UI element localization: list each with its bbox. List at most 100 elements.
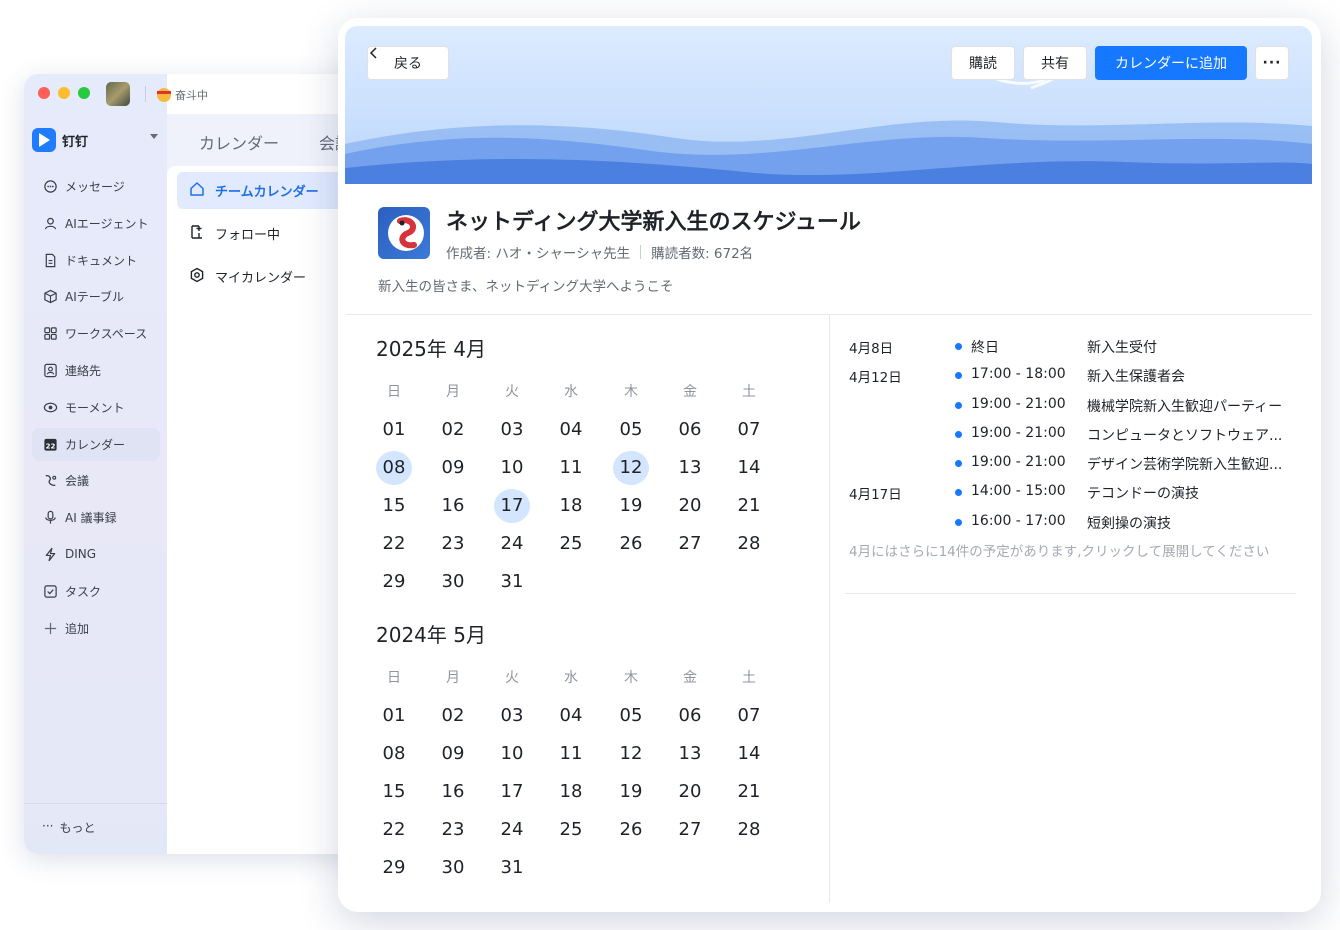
- calendar-day[interactable]: 15: [376, 489, 412, 523]
- sidebar-item[interactable]: 22 カレンダー: [32, 427, 160, 461]
- add-to-calendar-button[interactable]: カレンダーに追加: [1095, 46, 1247, 80]
- event-row[interactable]: 4月12日 17:00 - 18:00 新入生保護者会: [849, 362, 1309, 391]
- calendar-day[interactable]: 05: [613, 413, 649, 447]
- close-window-button[interactable]: [38, 87, 50, 99]
- calendar-day[interactable]: 16: [435, 775, 471, 809]
- minimize-window-button[interactable]: [58, 87, 70, 99]
- calendar-day[interactable]: 28: [731, 527, 767, 561]
- sidebar-more-button[interactable]: ··· もっと: [42, 819, 95, 836]
- calendar-day[interactable]: 17: [494, 775, 530, 809]
- calendar-day[interactable]: 01: [376, 699, 412, 733]
- calendar-day[interactable]: 24: [494, 813, 530, 847]
- event-row[interactable]: 19:00 - 21:00 コンピュータとソフトウェア...: [849, 421, 1309, 450]
- calendar-day[interactable]: 08: [376, 737, 412, 771]
- panel-tab[interactable]: カレンダー: [199, 130, 279, 154]
- calendar-day[interactable]: 12: [613, 737, 649, 771]
- calendar-day[interactable]: 06: [672, 699, 708, 733]
- event-row[interactable]: 16:00 - 17:00 短剣操の演技: [849, 509, 1309, 538]
- calendar-day[interactable]: 02: [435, 413, 471, 447]
- subscribe-button[interactable]: 購読: [951, 46, 1015, 80]
- more-options-button[interactable]: ···: [1255, 46, 1289, 80]
- calendar-day[interactable]: 07: [731, 699, 767, 733]
- calendar-day[interactable]: 05: [613, 699, 649, 733]
- calendar-day[interactable]: 29: [376, 851, 412, 885]
- event-row[interactable]: 4月8日 終日 新入生受付: [849, 333, 1309, 362]
- calendar-day[interactable]: 01: [376, 413, 412, 447]
- calendar-day[interactable]: 18: [553, 775, 589, 809]
- back-button[interactable]: 戻る: [367, 46, 449, 80]
- sidebar-item[interactable]: 追加: [32, 612, 160, 645]
- calendar-day[interactable]: 09: [435, 451, 471, 485]
- calendar-day[interactable]: 23: [435, 527, 471, 561]
- sidebar-item[interactable]: タスク: [32, 575, 160, 608]
- month-title: 2025年 4月: [376, 337, 486, 361]
- event-row[interactable]: 4月17日 14:00 - 15:00 テコンドーの演技: [849, 479, 1309, 508]
- calendar-day[interactable]: 20: [672, 775, 708, 809]
- calendar-day[interactable]: 29: [376, 565, 412, 599]
- calendar-day[interactable]: 26: [613, 813, 649, 847]
- avatar[interactable]: [106, 82, 130, 106]
- user-status[interactable]: 奋斗中: [157, 87, 208, 103]
- calendar-day[interactable]: 04: [553, 413, 589, 447]
- calendar-day[interactable]: 22: [376, 813, 412, 847]
- calendar-day[interactable]: 27: [672, 527, 708, 561]
- calendar-day[interactable]: 22: [376, 527, 412, 561]
- calendar-day[interactable]: 10: [494, 737, 530, 771]
- sidebar-item[interactable]: ワークスペース: [32, 317, 160, 350]
- calendar-day[interactable]: 31: [494, 851, 530, 885]
- sidebar-item[interactable]: AI 議事録: [32, 501, 160, 534]
- calendar-day[interactable]: 31: [494, 565, 530, 599]
- calendar-day[interactable]: 14: [731, 737, 767, 771]
- calendar-day[interactable]: 13: [672, 451, 708, 485]
- calendar-day[interactable]: 20: [672, 489, 708, 523]
- calendar-day[interactable]: 26: [613, 527, 649, 561]
- calendar-day[interactable]: 15: [376, 775, 412, 809]
- calendar-day[interactable]: 27: [672, 813, 708, 847]
- sidebar-item[interactable]: モーメント: [32, 391, 160, 424]
- calendar-day[interactable]: 21: [731, 489, 767, 523]
- calendar-day[interactable]: 02: [435, 699, 471, 733]
- calendar-day[interactable]: 16: [435, 489, 471, 523]
- sidebar-item[interactable]: DING: [32, 538, 160, 571]
- calendar-day[interactable]: 11: [553, 451, 589, 485]
- calendar-day[interactable]: 23: [435, 813, 471, 847]
- calendar-day[interactable]: 19: [613, 775, 649, 809]
- calendar-day[interactable]: 25: [553, 813, 589, 847]
- sidebar-item[interactable]: AIテーブル: [32, 280, 160, 313]
- calendar-day[interactable]: 19: [613, 489, 649, 523]
- calendar-day[interactable]: 18: [553, 489, 589, 523]
- event-dot-icon: [955, 372, 962, 380]
- maximize-window-button[interactable]: [78, 87, 90, 99]
- calendar-day[interactable]: 04: [553, 699, 589, 733]
- sidebar-item[interactable]: AIエージェント: [32, 207, 160, 240]
- calendar-day[interactable]: 08: [376, 451, 412, 485]
- sidebar-item[interactable]: 連絡先: [32, 354, 160, 387]
- sidebar-item-label: AI 議事録: [65, 511, 117, 526]
- calendar-day[interactable]: 30: [435, 851, 471, 885]
- calendar-day[interactable]: 11: [553, 737, 589, 771]
- share-button[interactable]: 共有: [1023, 46, 1087, 80]
- org-switcher[interactable]: 钉钉: [32, 128, 88, 152]
- calendar-day[interactable]: 14: [731, 451, 767, 485]
- event-row[interactable]: 19:00 - 21:00 デザイン芸術学院新入生歓迎...: [849, 450, 1309, 479]
- sidebar-item[interactable]: 会議: [32, 464, 160, 497]
- calendar-day[interactable]: 28: [731, 813, 767, 847]
- calendar-day[interactable]: 17: [494, 489, 530, 523]
- calendar-day[interactable]: 12: [613, 451, 649, 485]
- calendar-day[interactable]: 25: [553, 527, 589, 561]
- calendar-day[interactable]: 07: [731, 413, 767, 447]
- calendar-day[interactable]: 30: [435, 565, 471, 599]
- sidebar-item[interactable]: メッセージ: [32, 170, 160, 203]
- calendar-day[interactable]: 24: [494, 527, 530, 561]
- calendar-day[interactable]: 10: [494, 451, 530, 485]
- calendar-day[interactable]: 13: [672, 737, 708, 771]
- chevron-down-icon[interactable]: [150, 134, 158, 139]
- calendar-day[interactable]: 21: [731, 775, 767, 809]
- sidebar-item[interactable]: ドキュメント: [32, 244, 160, 277]
- calendar-day[interactable]: 03: [494, 413, 530, 447]
- calendar-day[interactable]: 03: [494, 699, 530, 733]
- event-row[interactable]: 19:00 - 21:00 機械学院新入生歓迎パーティー: [849, 392, 1309, 421]
- calendar-day[interactable]: 06: [672, 413, 708, 447]
- expand-more-events-link[interactable]: 4月にはさらに14件の予定があります,クリックして展開してください: [849, 540, 1269, 560]
- calendar-day[interactable]: 09: [435, 737, 471, 771]
